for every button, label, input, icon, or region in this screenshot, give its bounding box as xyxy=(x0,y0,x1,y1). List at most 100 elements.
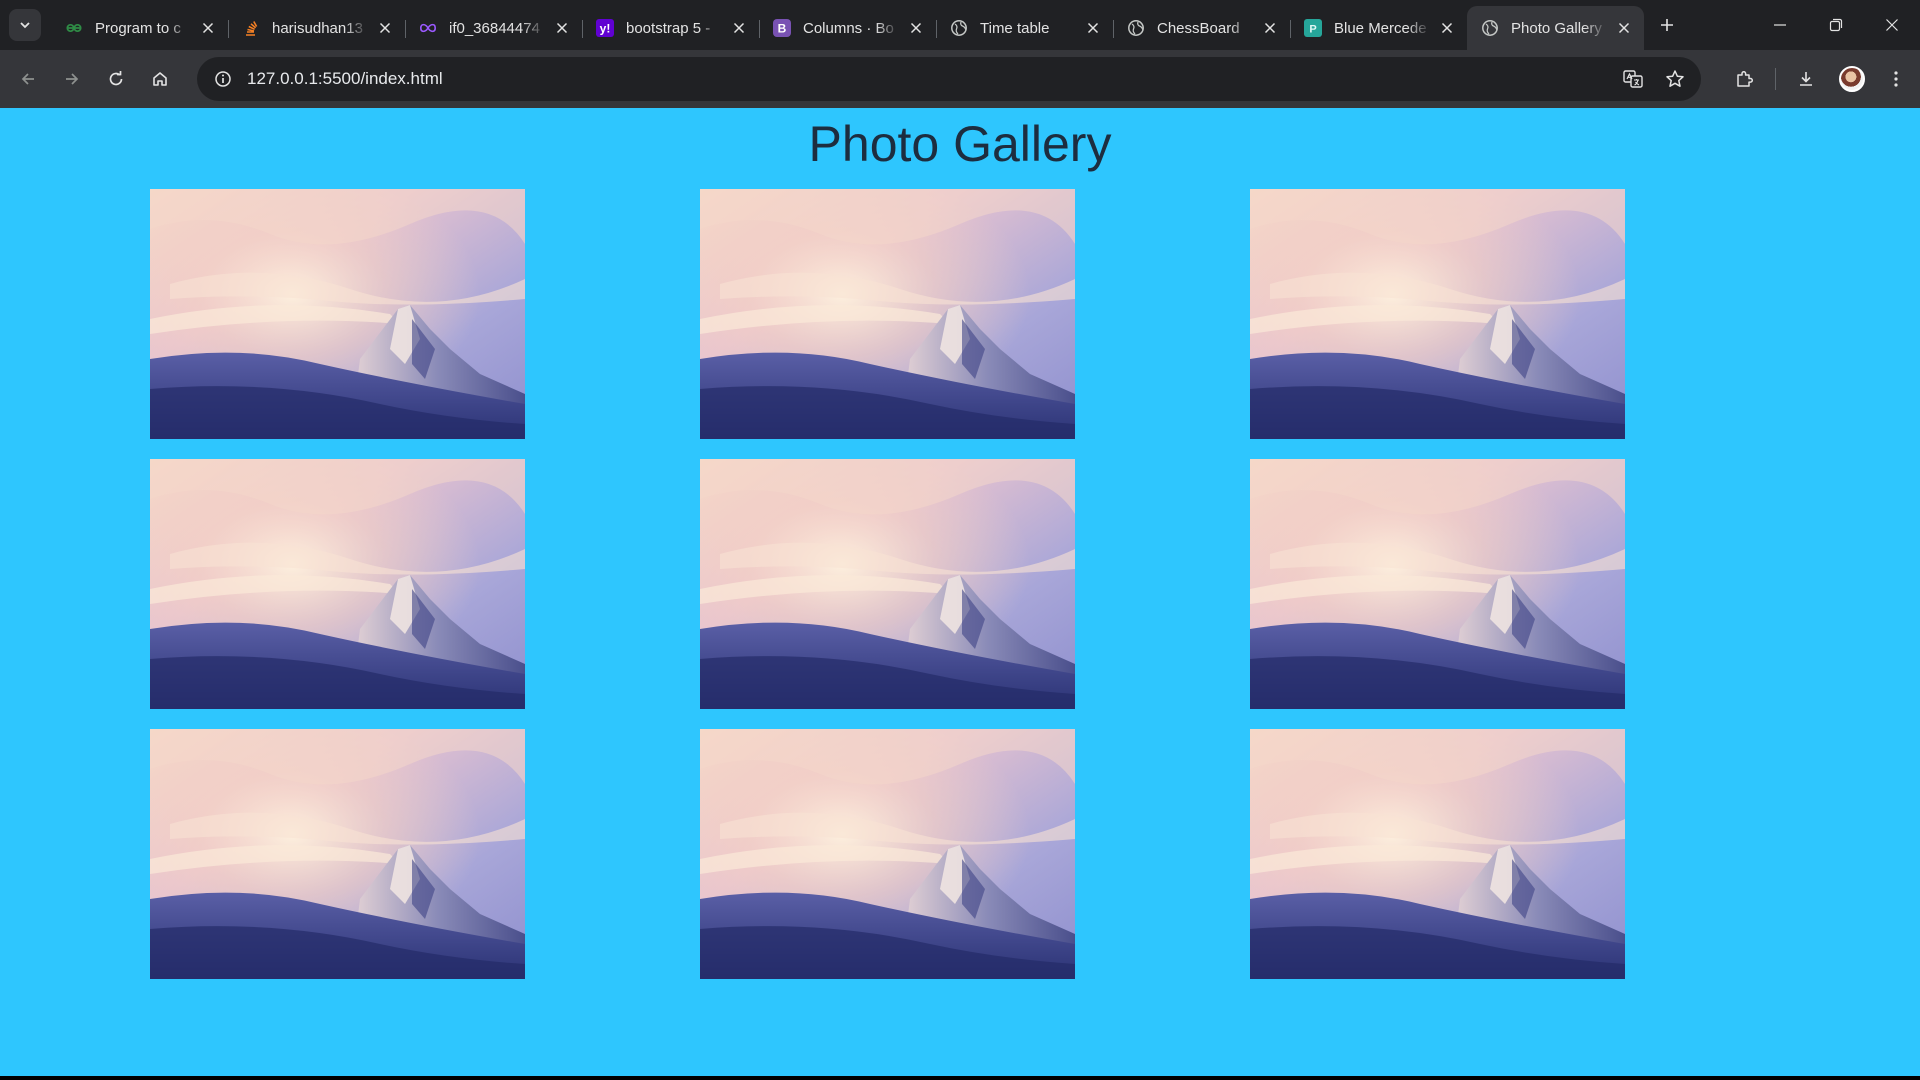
tab-title: ChessBoard xyxy=(1157,19,1240,37)
info-icon xyxy=(215,71,231,87)
globe-icon xyxy=(1127,19,1145,37)
gallery-photo xyxy=(150,189,525,439)
photo-gallery xyxy=(150,189,1626,979)
gallery-photo xyxy=(700,459,1075,709)
stackoverflow-icon xyxy=(242,19,260,37)
tab-search-button[interactable] xyxy=(9,9,41,41)
close-window-button[interactable] xyxy=(1864,0,1920,50)
tab-title: Columns · Bo xyxy=(803,19,894,37)
toolbar-separator xyxy=(1775,68,1776,90)
gallery-photo xyxy=(150,459,525,709)
close-icon xyxy=(910,22,922,34)
puzzle-icon xyxy=(1737,70,1754,87)
tab-close-button[interactable] xyxy=(375,18,395,38)
yahoo-icon: y! xyxy=(596,19,614,37)
download-icon xyxy=(1800,72,1812,86)
window-controls xyxy=(1752,0,1920,50)
close-icon xyxy=(733,22,745,34)
chevron-down-icon xyxy=(20,22,30,29)
browser-tab[interactable]: harisudhan13 xyxy=(228,9,405,47)
gallery-photo xyxy=(700,729,1075,979)
page-viewport: Photo Gallery xyxy=(0,108,1920,1078)
globe-icon xyxy=(1481,19,1499,37)
tab-close-button[interactable] xyxy=(906,18,926,38)
avatar xyxy=(1839,66,1865,92)
svg-text:B: B xyxy=(778,22,787,36)
back-button[interactable] xyxy=(12,63,44,95)
tab-title: Time table xyxy=(980,19,1050,37)
tab-title: harisudhan13 xyxy=(272,19,363,37)
tab-strip: Program to c harisudhan13 if0_36844474 y! bo… xyxy=(0,0,1920,50)
close-icon xyxy=(1441,22,1453,34)
tab-close-button[interactable] xyxy=(198,18,218,38)
minimize-icon xyxy=(1774,24,1786,26)
downloads-button[interactable] xyxy=(1788,61,1824,97)
browser-tab[interactable]: B Columns · Bo xyxy=(759,9,936,47)
restore-button[interactable] xyxy=(1808,0,1864,50)
home-icon xyxy=(153,72,167,86)
browser-tab[interactable]: Program to c xyxy=(51,9,228,47)
profile-button[interactable] xyxy=(1834,61,1870,97)
close-icon xyxy=(1886,19,1898,31)
close-icon xyxy=(202,22,214,34)
browser-tab[interactable]: P Blue Mercede xyxy=(1290,9,1467,47)
p-icon: P xyxy=(1304,19,1322,37)
close-icon xyxy=(379,22,391,34)
close-icon xyxy=(556,22,568,34)
tab-title: Photo Gallery xyxy=(1511,19,1602,37)
tab-close-button[interactable] xyxy=(552,18,572,38)
arrow-left-icon xyxy=(21,73,34,85)
bookmark-button[interactable] xyxy=(1659,63,1691,95)
home-button[interactable] xyxy=(144,63,176,95)
gallery-photo xyxy=(700,189,1075,439)
svg-text:y!: y! xyxy=(600,22,611,36)
gallery-photo xyxy=(1250,729,1625,979)
tab-close-button[interactable] xyxy=(1614,18,1634,38)
tab-title: Program to c xyxy=(95,19,181,37)
browser-tab[interactable]: ChessBoard xyxy=(1113,9,1290,47)
tab-list: Program to c harisudhan13 if0_36844474 y! bo… xyxy=(51,0,1644,50)
gallery-photo xyxy=(150,729,525,979)
browser-tab[interactable]: Photo Gallery xyxy=(1467,6,1644,50)
browser-tab[interactable]: y! bootstrap 5 - xyxy=(582,9,759,47)
svg-text:P: P xyxy=(1309,24,1316,36)
window-bottom-edge xyxy=(0,1076,1920,1078)
extensions-button[interactable] xyxy=(1727,61,1763,97)
browser-tab[interactable]: Time table xyxy=(936,9,1113,47)
close-icon xyxy=(1618,22,1630,34)
forward-button[interactable] xyxy=(56,63,88,95)
translate-button[interactable] xyxy=(1617,63,1649,95)
close-icon xyxy=(1087,22,1099,34)
toolbar-actions xyxy=(1727,50,1920,108)
tab-title: if0_36844474 xyxy=(449,19,540,37)
menu-button[interactable] xyxy=(1878,61,1914,97)
browser-tab[interactable]: if0_36844474 xyxy=(405,9,582,47)
tab-title: Blue Mercede xyxy=(1334,19,1427,37)
reload-button[interactable] xyxy=(100,63,132,95)
star-icon xyxy=(1666,70,1684,87)
tab-close-button[interactable] xyxy=(729,18,749,38)
tab-close-button[interactable] xyxy=(1260,18,1280,38)
tab-close-button[interactable] xyxy=(1437,18,1457,38)
reload-icon xyxy=(109,71,123,86)
globe-icon xyxy=(950,19,968,37)
address-bar[interactable]: 127.0.0.1:5500/index.html xyxy=(197,57,1701,101)
close-icon xyxy=(1264,22,1276,34)
restore-icon xyxy=(1829,18,1843,32)
more-vertical-icon xyxy=(1894,71,1898,87)
minimize-button[interactable] xyxy=(1752,0,1808,50)
tab-title: bootstrap 5 - xyxy=(626,19,711,37)
browser-toolbar: 127.0.0.1:5500/index.html xyxy=(0,50,1920,108)
page-title: Photo Gallery xyxy=(808,116,1112,172)
site-info-button[interactable] xyxy=(209,65,237,93)
infinity-icon xyxy=(419,19,437,37)
gallery-photo xyxy=(1250,189,1625,439)
arrow-right-icon xyxy=(66,73,79,85)
url-text[interactable]: 127.0.0.1:5500/index.html xyxy=(247,69,1607,89)
translate-icon xyxy=(1623,70,1643,88)
gfg-icon xyxy=(65,19,83,37)
new-tab-button[interactable] xyxy=(1652,10,1682,40)
tab-close-button[interactable] xyxy=(1083,18,1103,38)
bootstrap-icon: B xyxy=(773,19,791,37)
plus-icon xyxy=(1661,19,1673,31)
